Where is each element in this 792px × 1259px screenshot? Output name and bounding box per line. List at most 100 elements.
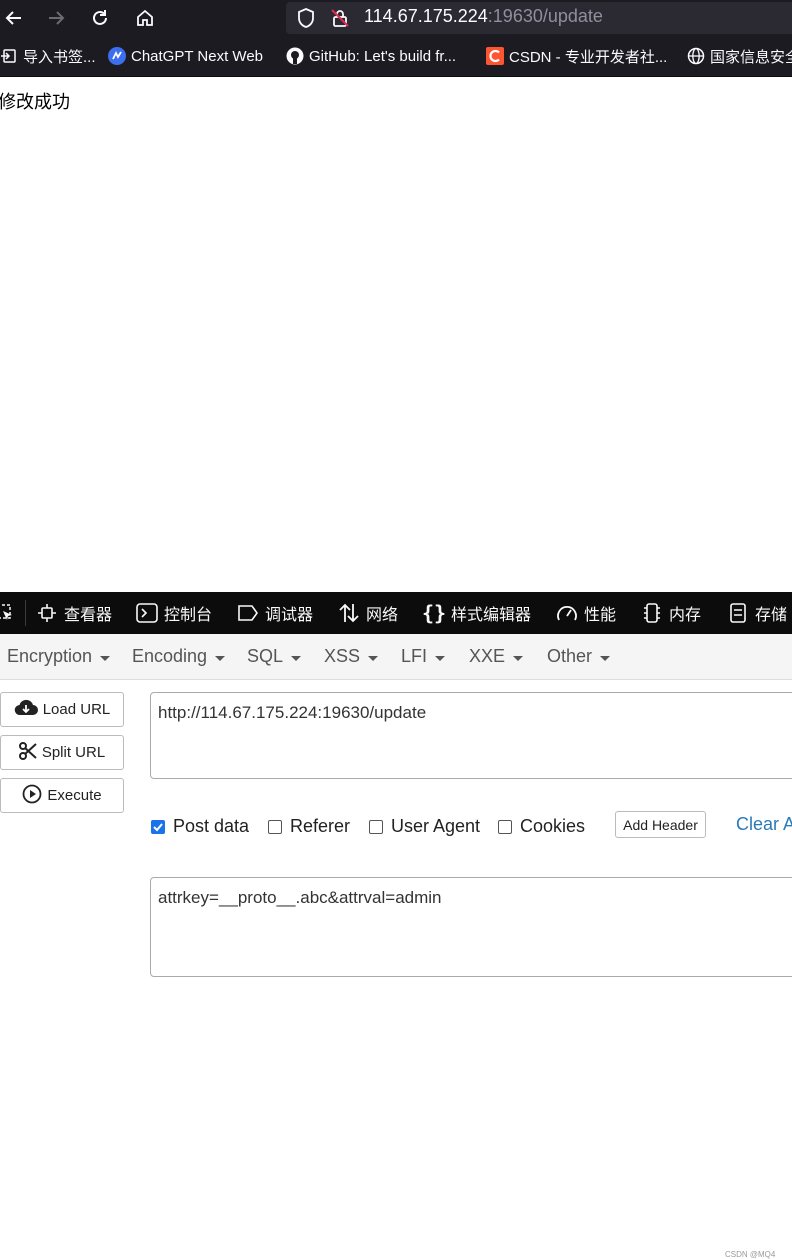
caret-down-icon (513, 655, 524, 661)
menu-label: XSS (324, 646, 361, 666)
bookmark-chatgpt[interactable]: ChatGPT Next Web (108, 44, 263, 68)
tab-style-editor[interactable]: {} 样式编辑器 (421, 592, 532, 634)
browser-toolbar: 114.67.175.224:19630/update (0, 0, 792, 36)
tab-inspector[interactable]: 查看器 (36, 592, 112, 634)
reload-icon[interactable] (86, 4, 114, 32)
play-circle-icon (22, 784, 42, 808)
menu-label: XXE (469, 646, 506, 666)
debugger-icon (237, 602, 259, 624)
globe-icon (687, 47, 705, 65)
back-arrow-icon[interactable] (0, 4, 28, 32)
menu-other[interactable]: Other (547, 646, 611, 667)
storage-icon (727, 602, 749, 624)
csdn-icon (486, 47, 504, 65)
checkbox-label: Cookies (520, 816, 586, 836)
tab-console[interactable]: 控制台 (136, 592, 212, 634)
caret-down-icon (291, 655, 302, 661)
tab-performance[interactable]: 性能 (556, 592, 616, 634)
checkbox-label: Post data (173, 816, 250, 836)
post-data-textarea[interactable]: attrkey=__proto__.abc&attrval=admin (150, 877, 792, 977)
caret-down-icon (600, 655, 611, 661)
tab-label: 控制台 (164, 607, 213, 624)
bookmark-label: ChatGPT Next Web (131, 47, 263, 65)
github-icon (286, 47, 304, 65)
tab-memory[interactable]: 内存 (641, 592, 701, 634)
tab-label: 样式编辑器 (451, 607, 532, 624)
url-text[interactable]: 114.67.175.224:19630/update (364, 6, 603, 27)
tab-label: 调试器 (265, 607, 314, 624)
bookmark-label: GitHub: Let's build fr... (309, 47, 457, 65)
checkbox-checked[interactable] (151, 819, 165, 834)
url-path: :19630/update (487, 6, 603, 26)
checkbox-unchecked[interactable] (268, 819, 282, 834)
post-data-checkbox[interactable]: Post data (151, 816, 249, 837)
clear-all-link[interactable]: Clear A (736, 814, 792, 835)
scissors-icon (18, 741, 37, 764)
devtools-tab-bar: 查看器 控制台 调试器 网络 {} 样式编辑器 性能 内存 存储 (0, 592, 792, 634)
user-agent-checkbox[interactable]: User Agent (369, 816, 480, 837)
menu-encryption[interactable]: Encryption (7, 646, 111, 667)
bookmark-github[interactable]: GitHub: Let's build fr... (286, 44, 456, 68)
menu-label: Encryption (7, 646, 93, 666)
caret-down-icon (368, 655, 379, 661)
caret-down-icon (215, 655, 226, 661)
checkbox-label: Referer (290, 816, 351, 836)
add-header-button[interactable]: Add Header (615, 811, 706, 838)
checkbox-unchecked[interactable] (369, 819, 383, 834)
console-icon (136, 602, 158, 624)
checkbox-label: User Agent (391, 816, 481, 836)
hackbar-menu: Encryption Encoding SQL XSS LFI XXE Othe… (0, 634, 792, 680)
cookies-checkbox[interactable]: Cookies (498, 816, 585, 837)
menu-label: Encoding (132, 646, 208, 666)
insecure-lock-icon[interactable] (330, 8, 350, 33)
tab-debugger[interactable]: 调试器 (237, 592, 313, 634)
bookmark-label: CSDN - 专业开发者社... (509, 48, 668, 66)
url-textarea[interactable]: http://114.67.175.224:19630/update (150, 692, 792, 779)
button-label: Split URL (41, 744, 106, 761)
button-label: Execute (47, 787, 102, 804)
bookmark-csdn[interactable]: CSDN - 专业开发者社... (486, 44, 667, 68)
devtools-panel: 查看器 控制台 调试器 网络 {} 样式编辑器 性能 内存 存储 Encrypt… (0, 592, 792, 1259)
bookmark-label: 国家信息安全 (710, 48, 792, 66)
home-icon[interactable] (131, 4, 159, 32)
caret-down-icon (435, 655, 446, 661)
tab-divider (25, 600, 26, 626)
menu-encoding[interactable]: Encoding (132, 646, 226, 667)
bookmark-national-security[interactable]: 国家信息安全 (687, 44, 792, 68)
load-url-button[interactable]: Load URL (0, 692, 124, 727)
url-host: 114.67.175.224 (364, 6, 488, 26)
referer-checkbox[interactable]: Referer (268, 816, 350, 837)
menu-sql[interactable]: SQL (247, 646, 302, 667)
update-success-message: 修改成功 (0, 92, 70, 113)
import-icon (0, 47, 18, 65)
memory-icon (641, 602, 663, 624)
url-bar[interactable]: 114.67.175.224:19630/update (286, 2, 792, 34)
forward-arrow-icon[interactable] (42, 4, 70, 32)
tab-label: 性能 (584, 607, 617, 624)
execute-button[interactable]: Execute (0, 778, 124, 813)
tab-label: 网络 (366, 607, 399, 624)
split-url-button[interactable]: Split URL (0, 735, 124, 770)
menu-xss[interactable]: XSS (324, 646, 379, 667)
chatgpt-icon (108, 47, 126, 65)
menu-label: LFI (401, 646, 428, 666)
picker-icon (0, 602, 16, 624)
checkbox-unchecked[interactable] (498, 819, 512, 834)
bookmark-import[interactable]: 导入书签... (0, 44, 96, 68)
style-editor-icon: {} (421, 601, 447, 625)
inspector-icon (36, 602, 58, 624)
tab-network[interactable]: 网络 (338, 592, 398, 634)
watermark: CSDN @MQ4 (725, 1250, 776, 1259)
tab-label: 查看器 (64, 607, 113, 624)
shield-icon[interactable] (296, 7, 316, 34)
element-picker-button[interactable] (0, 592, 16, 634)
menu-xxe[interactable]: XXE (469, 646, 524, 667)
cloud-download-icon (14, 699, 38, 721)
menu-label: Other (547, 646, 593, 666)
tab-label: 存储 (755, 607, 788, 624)
menu-lfi[interactable]: LFI (401, 646, 446, 667)
bookmark-label: 导入书签... (23, 48, 96, 66)
tab-label: 内存 (669, 607, 702, 624)
tab-storage[interactable]: 存储 (727, 592, 787, 634)
menu-label: SQL (247, 646, 284, 666)
